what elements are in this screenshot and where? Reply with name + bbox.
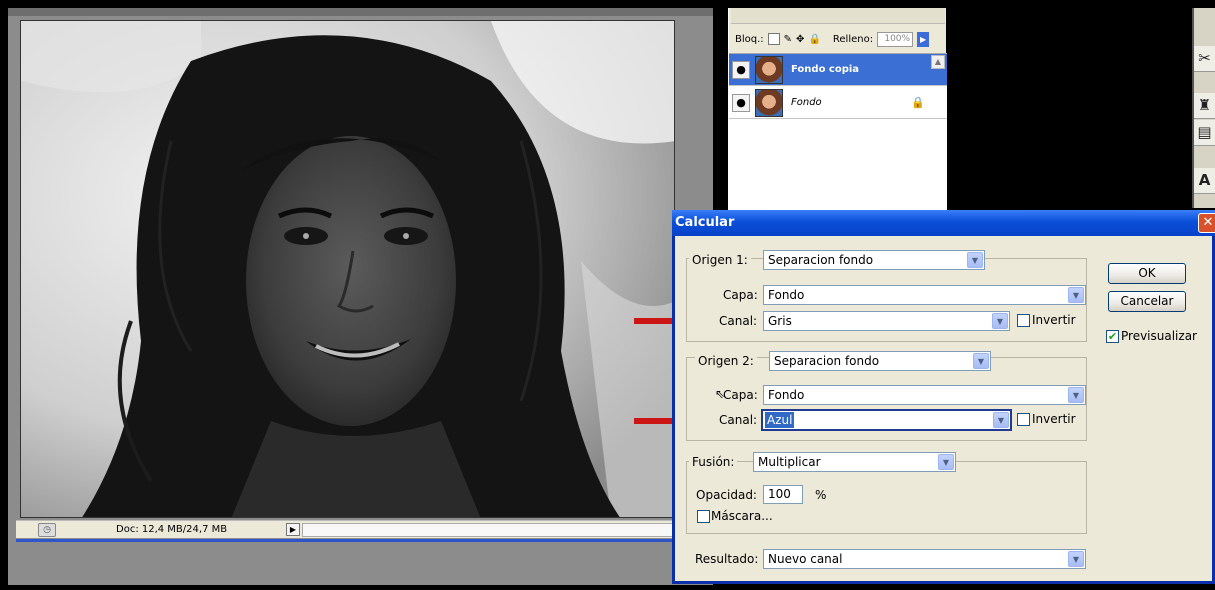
layer-thumbnail <box>755 55 783 84</box>
origen1-invertir-label: Invertir <box>1032 313 1076 327</box>
fill-slider-arrow-icon[interactable]: ▶ <box>917 31 930 47</box>
fusion-select[interactable]: Multiplicar ▼ <box>753 452 956 472</box>
origen2-capa-label: Capa: <box>723 388 758 402</box>
origen2-invertir-label: Invertir <box>1032 412 1076 426</box>
opacidad-label: Opacidad: <box>696 488 757 502</box>
document-window: ◷ Doc: 12,4 MB/24,7 MB ▶ <box>8 8 713 585</box>
origen1-capa-label: Capa: <box>723 288 758 302</box>
status-menu-arrow-icon[interactable]: ▶ <box>286 523 300 536</box>
lock-all-icon[interactable]: 🔒 <box>808 34 820 45</box>
lock-pixels-icon[interactable]: ✎ <box>784 34 792 45</box>
ok-button[interactable]: OK <box>1108 263 1186 284</box>
cancel-button[interactable]: Cancelar <box>1108 291 1186 312</box>
document-statusbar: ◷ Doc: 12,4 MB/24,7 MB ▶ <box>16 520 676 538</box>
dialog-title: Calcular <box>675 215 735 230</box>
portrait-image <box>21 21 674 517</box>
opacidad-percent: % <box>815 488 827 502</box>
resultado-select[interactable]: Nuevo canal ▼ <box>763 549 1086 569</box>
layer-name: Fondo <box>791 97 822 108</box>
visibility-eye-icon[interactable]: ● <box>732 60 750 79</box>
scroll-up-icon[interactable]: ▲ <box>931 55 945 69</box>
chevron-down-icon: ▼ <box>967 252 983 268</box>
calcular-dialog: Calcular ✕ Origen 1: Separacion fondo ▼ … <box>672 210 1215 584</box>
dialog-titlebar[interactable]: Calcular ✕ <box>672 210 1215 236</box>
chevron-down-icon: ▼ <box>1068 287 1084 303</box>
fill-label: Relleno: <box>832 33 874 45</box>
document-topbar <box>8 8 713 16</box>
lock-transparency-icon[interactable] <box>767 33 780 45</box>
history-icon[interactable]: ▤ <box>1194 120 1215 146</box>
close-icon[interactable]: ✕ <box>1198 213 1215 233</box>
lock-row: Bloq.: ✎ ✥ 🔒 Relleno: 100% ▶ <box>735 30 945 48</box>
origen1-canal-select[interactable]: Gris ▼ <box>763 311 1010 331</box>
origen2-canal-label: Canal: <box>719 413 758 427</box>
window-bottom-border <box>16 539 681 542</box>
origen1-invertir-checkbox[interactable] <box>1017 314 1030 327</box>
origen1-label: Origen 1: <box>689 253 751 267</box>
chevron-down-icon: ▼ <box>993 412 1009 428</box>
lock-label: Bloq.: <box>735 33 764 45</box>
origen2-select[interactable]: Separacion fondo ▼ <box>769 351 991 371</box>
mascara-checkbox[interactable] <box>697 510 710 523</box>
layer-row-fondo-copia[interactable]: ● Fondo copia ▲ <box>729 54 947 86</box>
status-info-icon[interactable]: ◷ <box>38 522 56 537</box>
resultado-label: Resultado: <box>695 552 759 566</box>
chevron-down-icon: ▼ <box>973 353 989 369</box>
scissors-icon[interactable]: ✂ <box>1194 46 1215 72</box>
layers-panel: Bloq.: ✎ ✥ 🔒 Relleno: 100% ▶ ● Fondo cop… <box>728 8 947 210</box>
origen2-capa-select[interactable]: Fondo ▼ <box>763 385 1086 405</box>
origen2-invertir-checkbox[interactable] <box>1017 413 1030 426</box>
layer-lock-icon: 🔒 <box>911 96 925 109</box>
tool-strip: ✂ ♜ ▤ A <box>1192 8 1215 208</box>
doc-size-text: Doc: 12,4 MB/24,7 MB <box>116 524 228 535</box>
mascara-label: Máscara... <box>711 509 773 523</box>
visibility-eye-icon[interactable]: ● <box>732 93 750 112</box>
horizontal-scrollbar[interactable] <box>302 522 676 537</box>
origen1-select[interactable]: Separacion fondo ▼ <box>763 250 985 270</box>
chevron-down-icon: ▼ <box>1068 387 1084 403</box>
stamp-icon[interactable]: ♜ <box>1194 93 1215 119</box>
origen2-label: Origen 2: <box>695 354 757 368</box>
layers-blend-row <box>731 8 945 24</box>
layer-name: Fondo copia <box>791 64 860 75</box>
chevron-down-icon: ▼ <box>1068 551 1084 567</box>
layer-list: ● Fondo copia ▲ ● Fondo 🔒 <box>729 53 947 210</box>
previsualizar-checkbox[interactable]: ✔ <box>1106 330 1119 343</box>
chevron-down-icon: ▼ <box>992 313 1008 329</box>
fusion-label: Fusión: <box>689 455 738 469</box>
opacidad-input[interactable]: 100 <box>763 485 803 504</box>
canvas-photo[interactable] <box>20 20 675 518</box>
origen1-canal-label: Canal: <box>719 314 758 328</box>
previsualizar-label: Previsualizar <box>1121 329 1197 343</box>
type-icon[interactable]: A <box>1194 168 1215 194</box>
lock-position-icon[interactable]: ✥ <box>796 34 804 45</box>
chevron-down-icon: ▼ <box>938 454 954 470</box>
origen1-capa-select[interactable]: Fondo ▼ <box>763 285 1086 305</box>
layer-thumbnail <box>755 88 783 117</box>
origen2-canal-select[interactable]: Azul ▼ <box>761 409 1012 431</box>
layer-row-fondo[interactable]: ● Fondo 🔒 <box>729 87 947 119</box>
fill-input[interactable]: 100% <box>877 31 914 47</box>
